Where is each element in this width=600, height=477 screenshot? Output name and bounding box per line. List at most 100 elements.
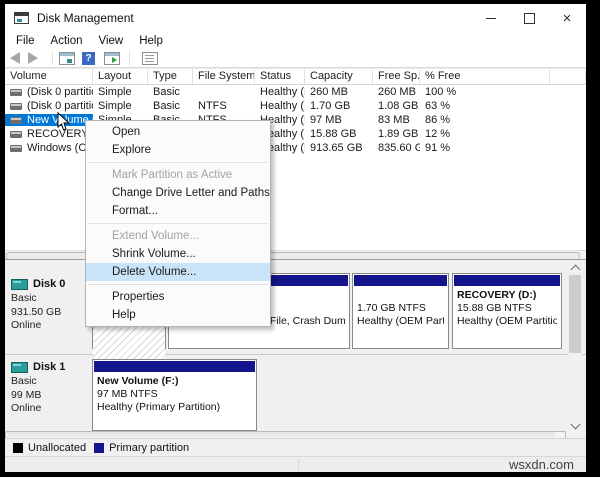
context-menu-item-properties[interactable]: Properties [86,288,270,306]
column-header-Status[interactable]: Status [255,69,305,84]
disk-name-row: Disk 1 [5,361,85,373]
forward-arrow-icon[interactable] [28,52,38,64]
disk-label-disk-0: Disk 0 Basic931.50 GBOnline [5,278,85,333]
column-header-Layout[interactable]: Layout [93,69,148,84]
volume-name-cell: (Disk 0 partition 1) [5,86,93,98]
column-header-blank [550,69,586,84]
partition-line [357,289,444,302]
back-arrow-icon[interactable] [10,52,20,64]
volume-cell: Basic [148,86,193,98]
context-menu-item-change-drive-letter-and-paths[interactable]: Change Drive Letter and Paths... [86,184,270,202]
menubar-item-help[interactable]: Help [131,35,171,47]
partition-line: 1.70 GB NTFS [357,302,444,315]
window-title: Disk Management [37,11,472,25]
disk-type: Basic [11,375,85,389]
column-header-% Free[interactable]: % Free [420,69,550,84]
volume-name: (Disk 0 partition 1) [27,86,93,98]
console-window-export-icon[interactable] [104,52,120,65]
legend-swatch [13,443,23,453]
app-icon [14,12,29,24]
context-menu: OpenExplore Mark Partition as ActiveChang… [85,120,271,327]
volume-list-header: VolumeLayoutTypeFile SystemStatusCapacit… [5,68,586,85]
partition-info: RECOVERY (D:)15.88 GB NTFSHealthy (OEM P… [453,287,561,328]
disk-name-row: Disk 0 [5,278,85,290]
volume-cell: 1.08 GB [373,100,420,112]
watermark-text: wsxdn.com [509,457,574,472]
menubar-item-view[interactable]: View [91,35,132,47]
lower-horizontal-scrollbar[interactable] [5,431,566,438]
menubar-item-file[interactable]: File [8,35,43,47]
context-menu-item-shrink-volume[interactable]: Shrink Volume... [86,245,270,263]
context-menu-item-extend-volume: Extend Volume... [86,227,270,245]
properties-icon[interactable] [142,52,158,65]
mouse-cursor [57,112,71,132]
toolbar-separator [129,51,130,65]
volume-cell: 260 MB [305,86,373,98]
disk-icon [11,362,28,373]
maximize-icon [524,13,535,24]
volume-cell: 1.70 GB [305,100,373,112]
close-button[interactable]: × [548,4,586,32]
volume-row[interactable]: (Disk 0 partition 4)SimpleBasicNTFSHealt… [5,99,586,113]
primary-partition-band [94,361,255,372]
context-menu-item-open[interactable]: Open [86,123,270,141]
primary-partition-band [454,275,560,286]
column-header-Free Sp...[interactable]: Free Sp... [373,69,420,84]
volume-cell: 913.65 GB [305,142,373,154]
volume-cell: Simple [93,100,148,112]
disk-size: 99 MB [11,389,85,403]
volume-cell: 260 MB [373,86,420,98]
disk-type: Basic [11,292,85,306]
column-header-Type[interactable]: Type [148,69,193,84]
menubar-item-action[interactable]: Action [43,35,91,47]
partition-line: RECOVERY (D:) [457,289,557,302]
menu-separator [88,223,268,224]
disk-status: Online [11,402,85,416]
column-header-Volume[interactable]: Volume [5,69,93,84]
context-menu-item-explore[interactable]: Explore [86,141,270,159]
volume-icon [10,145,22,152]
volume-name: (Disk 0 partition 4) [27,100,93,112]
scrollbar-thumb[interactable] [7,432,555,437]
volume-icon [10,117,22,124]
context-menu-item-mark-partition-as-active: Mark Partition as Active [86,166,270,184]
volume-row[interactable]: (Disk 0 partition 1)SimpleBasicHealthy (… [5,85,586,99]
maximize-button[interactable] [510,4,548,32]
scroll-down-icon[interactable] [571,420,581,430]
column-header-Capacity[interactable]: Capacity [305,69,373,84]
minimize-icon [486,18,496,19]
partition-line: Healthy (Primary Partition) [97,401,252,414]
partition-box[interactable]: 1.70 GB NTFSHealthy (OEM Partitio [352,273,449,349]
volume-cell: 91 % [420,142,550,154]
vertical-scrollbar[interactable] [568,262,582,432]
volume-cell: 100 % [420,86,550,98]
partition-box[interactable]: New Volume (F:)97 MB NTFSHealthy (Primar… [92,359,257,431]
help-icon[interactable]: ? [82,52,95,65]
partition-info: New Volume (F:)97 MB NTFSHealthy (Primar… [93,373,256,414]
volume-icon [10,103,22,110]
disk-name: Disk 0 [33,278,65,290]
menu-separator [88,162,268,163]
context-menu-item-delete-volume[interactable]: Delete Volume... [86,263,270,281]
console-window-icon[interactable] [59,52,75,65]
volume-icon [10,89,22,96]
legend-bar: UnallocatedPrimary partition [5,438,586,456]
volume-name: Windows (C [27,142,86,154]
toolbar: ? [5,49,586,68]
disk-size: 931.50 GB [11,306,85,320]
scroll-up-icon[interactable] [571,265,581,275]
volume-cell: 86 % [420,114,550,126]
column-header-File System[interactable]: File System [193,69,255,84]
context-menu-item-help[interactable]: Help [86,306,270,324]
disk-status: Online [11,319,85,333]
context-menu-item-format[interactable]: Format... [86,202,270,220]
volume-cell: 835.60 GB [373,142,420,154]
partition-line: New Volume (F:) [97,375,252,388]
legend-label: Unallocated [28,442,86,454]
minimize-button[interactable] [472,4,510,32]
volume-cell: Simple [93,86,148,98]
scrollbar-thumb[interactable] [569,275,581,353]
legend-item-unallocated: Unallocated [13,442,86,454]
partition-box[interactable]: RECOVERY (D:)15.88 GB NTFSHealthy (OEM P… [452,273,562,349]
volume-cell: 83 MB [373,114,420,126]
